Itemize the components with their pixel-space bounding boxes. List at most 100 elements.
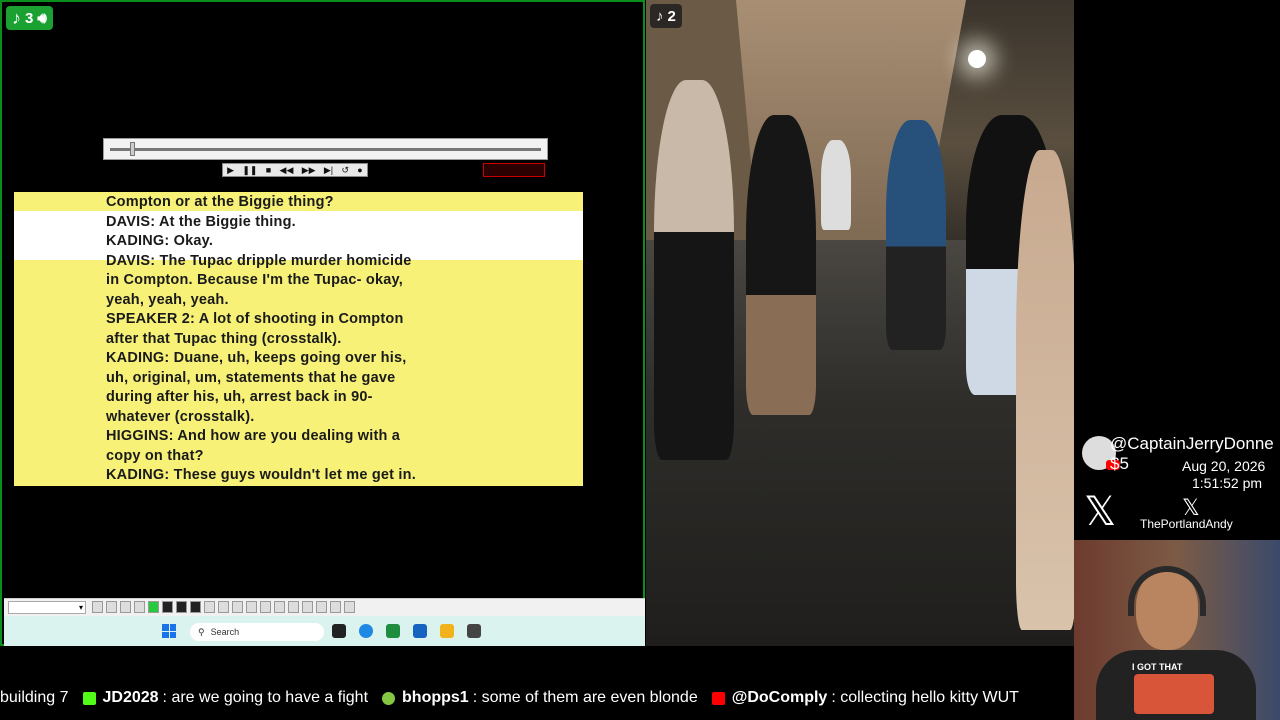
transcript-line: yeah, yeah, yeah. [106, 291, 229, 308]
tool-icon[interactable] [246, 601, 257, 613]
black-block-icon[interactable] [162, 601, 173, 613]
play-icon[interactable]: ▶ [227, 165, 234, 176]
transcript-line: KADING: Okay. [106, 233, 214, 249]
shirt-text: I GOT THAT [1132, 662, 1183, 672]
chat-ticker: building 7 JD2028: are we going to have … [0, 680, 1074, 716]
donation-amount: $5 [1110, 454, 1129, 473]
seek-track [110, 148, 541, 151]
transcript-line: KADING: These guys wouldn't let me get i… [106, 467, 416, 483]
tool-icon[interactable] [232, 601, 243, 613]
windows-taskbar: ⚲ Search [4, 616, 645, 646]
black-block-icon[interactable] [176, 601, 187, 613]
donor-name: @CaptainJerryDonne [1110, 434, 1274, 453]
street-light [968, 50, 986, 68]
x-logo-icon: 𝕏 [1084, 489, 1117, 535]
youtube-icon [711, 691, 725, 705]
x-handle: ThePortlandAndy [1140, 517, 1233, 531]
video-person [821, 140, 851, 230]
video-person [654, 80, 734, 460]
prev-tool-icon[interactable] [92, 601, 103, 613]
transcript-line: KADING: Duane, uh, keeps going over his, [106, 350, 407, 366]
toolbar-tools [92, 601, 355, 613]
viewer-count: 3 [25, 9, 34, 27]
transcript-line: after that Tupac thing (crosstalk). [106, 330, 342, 347]
tool-icon[interactable] [120, 601, 131, 613]
transcript-lines: Compton or at the Biggie thing? DAVIS: A… [106, 193, 416, 486]
ticker-message: @DoComply: collecting hello kitty WUT [711, 689, 1019, 707]
tiktok-badge-left: ♪ 3 🔊︎ [6, 6, 53, 30]
close-tool-icon[interactable] [316, 601, 327, 613]
transcript-line: copy on that? [106, 447, 204, 464]
skip-end-icon[interactable]: ▶| [324, 165, 333, 176]
video-person [1016, 150, 1074, 630]
audio-seek-bar[interactable] [103, 138, 548, 160]
screen-share-panel: ♪ 3 🔊︎ ▶ ❚❚ ■ ◀◀ ▶▶ ▶| ↺ ● Compton or at… [0, 0, 645, 646]
taskbar-search[interactable]: ⚲ Search [190, 623, 324, 641]
search-placeholder: Search [210, 627, 240, 637]
transcript-line: DAVIS: At the Biggie thing. [106, 213, 296, 230]
viewer-count: 2 [667, 7, 676, 25]
transcript-line: in Compton. Because I'm the Tupac- okay, [106, 272, 403, 288]
rect-tool-icon[interactable] [288, 601, 299, 613]
playback-controls: ▶ ❚❚ ■ ◀◀ ▶▶ ▶| ↺ ● [222, 163, 368, 177]
ticker-message: bhopps1: some of them are even blonde [382, 689, 698, 707]
ticker-user: JD2028 [102, 689, 159, 706]
headset-icon [1128, 566, 1206, 616]
app-icon[interactable] [467, 624, 481, 638]
line-tool-icon[interactable] [260, 601, 271, 613]
pause-icon[interactable]: ❚❚ [242, 165, 257, 176]
tool-icon[interactable] [302, 601, 313, 613]
timecode-display [483, 163, 545, 177]
street-video-feed [646, 0, 1074, 646]
transcript-line: SPEAKER 2: A lot of shooting in Compton [106, 311, 404, 327]
video-person [886, 120, 946, 350]
tiktok-icon: ♪ [656, 7, 664, 25]
ticker-user: @DoComply [731, 689, 828, 706]
green-block-icon[interactable] [148, 601, 159, 613]
search-icon: ⚲ [198, 626, 205, 637]
shirt-graphic [1134, 674, 1214, 714]
ticker-message: building 7 [0, 689, 69, 707]
video-person [746, 115, 816, 415]
tiktok-badge-video: ♪ 2 [650, 4, 682, 28]
edge-icon[interactable] [359, 624, 373, 638]
tool-icon[interactable] [134, 601, 145, 613]
forward-icon[interactable]: ▶▶ [302, 165, 316, 176]
ticker-text: : are we going to have a fight [162, 689, 369, 706]
seek-knob[interactable] [130, 142, 135, 156]
line-tool-icon[interactable] [274, 601, 285, 613]
rewind-icon[interactable]: ◀◀ [280, 165, 294, 176]
stream-info-overlay: @CaptainJerryDonne $5 Aug 20, 2026 1:51:… [1074, 430, 1280, 540]
ticker-text: : collecting hello kitty WUT [831, 689, 1019, 706]
transcript-line: during after his, uh, arrest back in 90- [106, 389, 373, 405]
taskview-icon[interactable] [332, 624, 346, 638]
ticker-text: building 7 [0, 689, 69, 706]
stream-layout: ♪ 3 🔊︎ ▶ ❚❚ ■ ◀◀ ▶▶ ▶| ↺ ● Compton or at… [0, 0, 1280, 720]
rumble-icon [382, 691, 396, 705]
black-block-icon[interactable] [190, 601, 201, 613]
time-label: 1:51:52 pm [1192, 475, 1263, 491]
editor-toolbar: ▾ [4, 598, 645, 616]
transcript-line: HIGGINS: And how are you dealing with a [106, 428, 401, 444]
pen-tool-icon[interactable] [330, 601, 341, 613]
tool-icon[interactable] [344, 601, 355, 613]
excel-icon[interactable] [386, 624, 400, 638]
kick-icon [82, 691, 96, 705]
transcript-line: DAVIS: The Tupac dripple murder homicide [106, 252, 412, 269]
tiktok-icon: ♪ [12, 7, 21, 28]
outlook-icon[interactable] [413, 624, 427, 638]
webcam-feed: I GOT THAT [1074, 540, 1280, 720]
record-icon[interactable]: ● [357, 165, 362, 175]
loop-icon[interactable]: ↺ [341, 165, 349, 176]
date-label: Aug 20, 2026 [1182, 458, 1266, 474]
transcript-document: Compton or at the Biggie thing? DAVIS: A… [14, 192, 583, 486]
windows-start-icon[interactable] [162, 624, 176, 638]
tool-icon[interactable] [218, 601, 229, 613]
toolbar-dropdown[interactable]: ▾ [8, 601, 86, 614]
transcript-line: Compton or at the Biggie thing? [106, 194, 334, 210]
stop-icon[interactable]: ■ [266, 165, 271, 175]
transcript-line: whatever (crosstalk). [106, 408, 255, 425]
select-tool-icon[interactable] [204, 601, 215, 613]
folder-icon[interactable] [440, 624, 454, 638]
next-tool-icon[interactable] [106, 601, 117, 613]
